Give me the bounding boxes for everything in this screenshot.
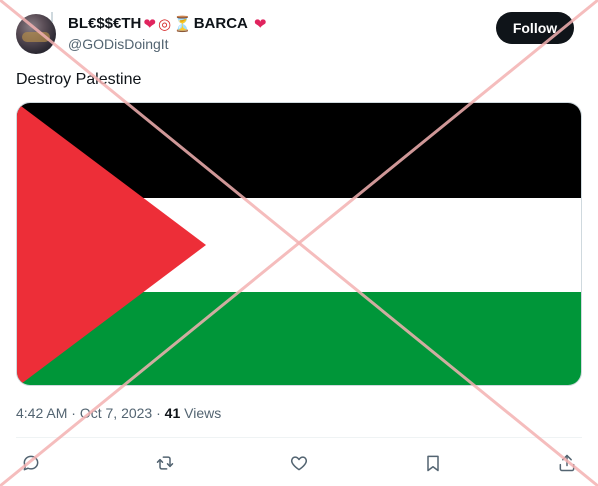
tweet-meta: 4:42 AM · Oct 7, 2023 · 41 Views [16, 404, 221, 422]
display-name-suffix: BARCA [193, 15, 248, 32]
avatar[interactable] [16, 14, 56, 54]
user-handle[interactable]: @GODisDoingIt [68, 35, 266, 53]
meta-separator: · [152, 405, 165, 421]
hourglass-icon: ⏳ [173, 15, 192, 33]
display-name[interactable]: BL€$$€TH ❤ ◎ ⏳ BARCA ❤ [68, 14, 266, 34]
like-button[interactable] [284, 448, 314, 478]
divider [16, 437, 582, 438]
like-icon [290, 456, 308, 471]
target-icon: ◎ [157, 15, 172, 33]
tweet-header: BL€$$€TH ❤ ◎ ⏳ BARCA ❤ @GODisDoingIt Fol… [16, 12, 574, 56]
heart-icon: ❤ [143, 15, 156, 33]
heart-icon: ❤ [253, 15, 267, 33]
action-bar [16, 448, 582, 478]
tweet-time[interactable]: 4:42 AM [16, 405, 67, 421]
meta-separator: · [67, 405, 80, 421]
flag-image [17, 103, 581, 385]
bookmark-button[interactable] [418, 448, 448, 478]
share-button[interactable] [552, 448, 582, 478]
user-info[interactable]: BL€$$€TH ❤ ◎ ⏳ BARCA ❤ @GODisDoingIt [68, 14, 266, 53]
tweet-media-image[interactable] [16, 102, 582, 386]
tweet-text: Destroy Palestine [16, 71, 142, 88]
retweet-button[interactable] [150, 448, 180, 478]
retweet-icon [156, 456, 174, 470]
reply-button[interactable] [16, 448, 46, 478]
share-icon [559, 454, 575, 472]
tweet-date[interactable]: Oct 7, 2023 [80, 405, 152, 421]
avatar-detail [22, 32, 50, 42]
follow-button[interactable]: Follow [496, 12, 574, 44]
display-name-text: BL€$$€TH [68, 15, 142, 32]
bookmark-icon [427, 455, 439, 472]
views-count: 41 [164, 405, 181, 421]
views-label: Views [180, 405, 222, 421]
reply-icon [23, 455, 39, 471]
